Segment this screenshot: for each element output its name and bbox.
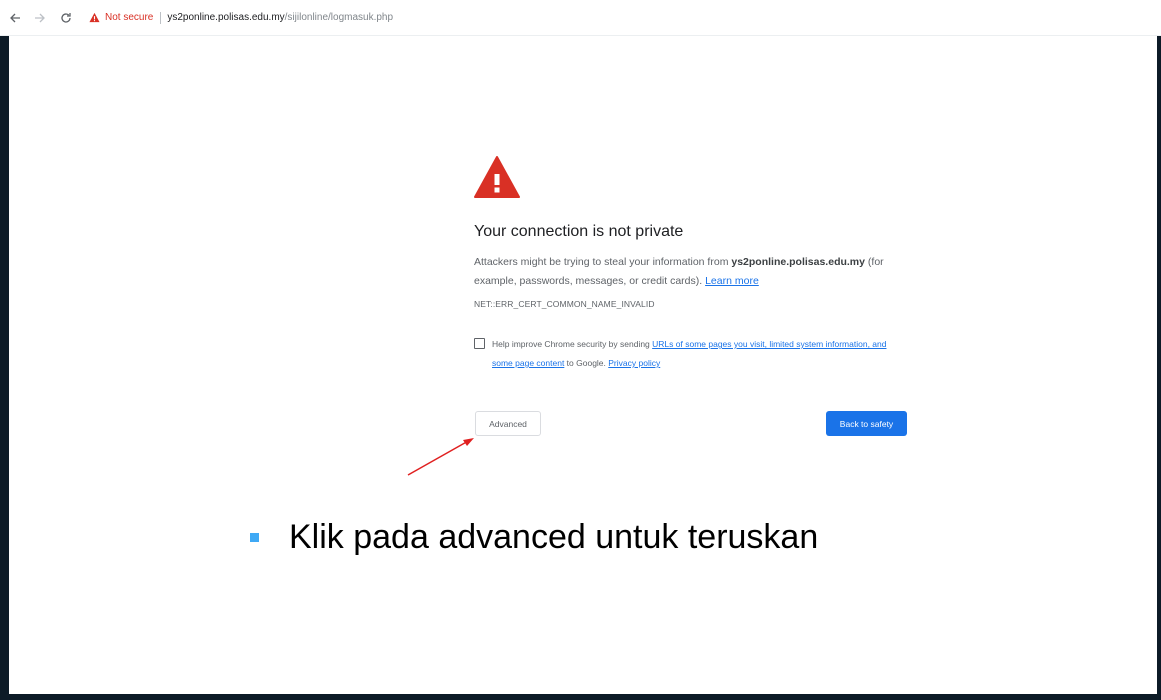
not-secure-label: Not secure [105, 12, 154, 23]
security-chip[interactable]: Not secure [89, 12, 153, 23]
privacy-error-interstitial: Your connection is not private Attackers… [474, 155, 914, 437]
safe-browsing-opt-in: Help improve Chrome security by sending … [474, 335, 914, 373]
back-to-safety-button[interactable]: Back to safety [826, 411, 907, 436]
opt-in-checkbox[interactable] [474, 338, 485, 349]
url-host: ys2ponline.polisas.edu.my [167, 12, 285, 23]
advanced-button[interactable]: Advanced [475, 411, 541, 436]
address-bar-url[interactable]: ys2ponline.polisas.edu.my/sijilonline/lo… [167, 12, 393, 23]
annotation-arrow [407, 438, 474, 476]
learn-more-link[interactable]: Learn more [705, 275, 759, 287]
opt-in-label: Help improve Chrome security by sending … [492, 335, 892, 373]
bullet-text: Klik pada advanced untuk teruskan [289, 518, 819, 556]
warning-icon [474, 156, 520, 198]
bullet-square-icon [250, 533, 259, 542]
opt-in-prefix: Help improve Chrome security by sending [492, 339, 653, 349]
url-separator [160, 11, 162, 24]
page-title: Your connection is not private [474, 223, 684, 240]
url-path: /sijilonline/logmasuk.php [284, 12, 394, 23]
opt-in-middle: to Google. [564, 358, 609, 368]
reload-icon[interactable] [57, 9, 75, 27]
warning-icon [89, 12, 100, 23]
privacy-policy-link[interactable]: Privacy policy [608, 358, 660, 368]
forward-arrow-icon[interactable] [31, 9, 49, 27]
host-name: ys2ponline.polisas.edu.my [731, 256, 865, 268]
explanation-prefix: Attackers might be trying to steal your … [474, 256, 732, 268]
error-explanation: Attackers might be trying to steal your … [474, 253, 914, 291]
slide-bullet: Klik pada advanced untuk teruskan [250, 518, 818, 557]
browser-toolbar: Not secure ys2ponline.polisas.edu.my/sij… [0, 0, 1161, 36]
back-arrow-icon[interactable] [6, 9, 24, 27]
slide-frame-right [1157, 0, 1161, 700]
slide-frame-left [0, 0, 9, 700]
slide-frame-bottom [0, 694, 1161, 700]
button-row: Advanced Back to safety [474, 411, 907, 437]
error-code: NET::ERR_CERT_COMMON_NAME_INVALID [474, 299, 655, 309]
